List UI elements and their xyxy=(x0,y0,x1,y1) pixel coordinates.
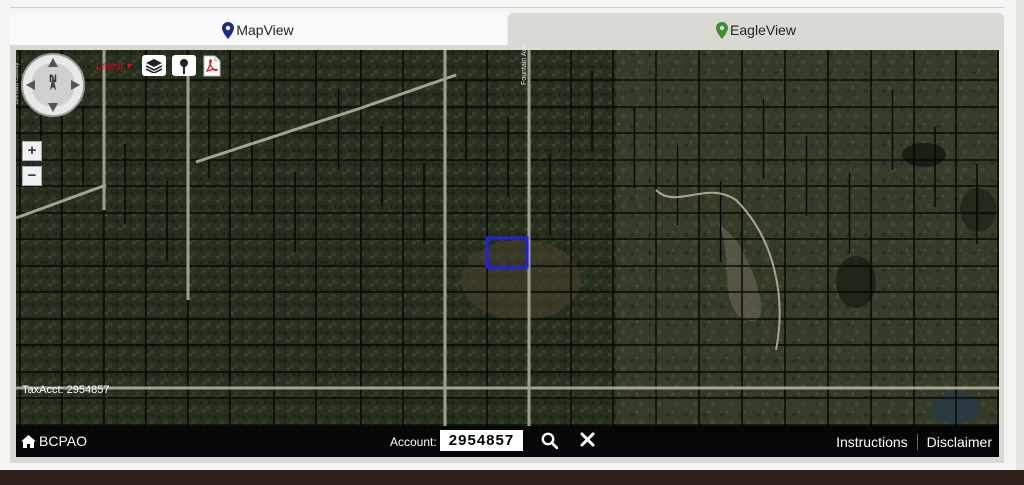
search-icon[interactable] xyxy=(541,432,558,449)
background-strip xyxy=(0,470,1024,485)
home-icon xyxy=(21,434,36,448)
tab-mapview[interactable]: MapView xyxy=(10,13,506,47)
home-label: BCPAO xyxy=(39,433,87,449)
zoom-out-button[interactable]: − xyxy=(22,166,42,186)
window-edge xyxy=(1016,0,1024,470)
aerial-map[interactable] xyxy=(16,50,999,426)
pdf-icon xyxy=(203,55,221,76)
marker-button[interactable] xyxy=(172,55,196,76)
link-separator xyxy=(916,434,918,450)
tab-mapview-label: MapView xyxy=(236,22,294,38)
pdf-export-button[interactable] xyxy=(200,55,224,76)
bcpao-home-link[interactable]: BCPAO xyxy=(21,433,87,449)
account-input[interactable] xyxy=(440,430,523,451)
footer-links: Instructions Disclaimer xyxy=(836,434,992,450)
aerial-imagery[interactable] xyxy=(16,50,999,426)
pushpin-icon xyxy=(180,58,188,74)
map-footer-bar: BCPAO Account: Instructions Disclaimer xyxy=(16,426,999,457)
tab-eagleview-label: EagleView xyxy=(730,22,796,38)
disclaimer-link[interactable]: Disclaimer xyxy=(927,434,992,450)
compass-navigation[interactable]: N xyxy=(20,52,86,118)
road-label: Fountain Ave xyxy=(521,44,528,85)
tax-account-label: TaxAcct: 2954857 xyxy=(22,384,110,396)
top-divider xyxy=(10,7,1004,8)
map-pin-icon xyxy=(716,21,729,39)
map-pin-icon xyxy=(222,21,235,39)
layers-button[interactable] xyxy=(142,55,166,76)
attribution-label: Brevard County xyxy=(14,62,20,104)
instructions-link[interactable]: Instructions xyxy=(836,434,908,450)
latest-label: Latest xyxy=(96,61,124,72)
close-icon[interactable] xyxy=(580,432,595,447)
tab-eagleview[interactable]: EagleView xyxy=(508,13,1004,47)
zoom-in-button[interactable]: + xyxy=(22,141,42,161)
account-label: Account: xyxy=(390,435,437,449)
latest-imagery-dropdown[interactable]: Latest ▾ xyxy=(96,61,131,72)
layers-icon xyxy=(146,58,162,73)
